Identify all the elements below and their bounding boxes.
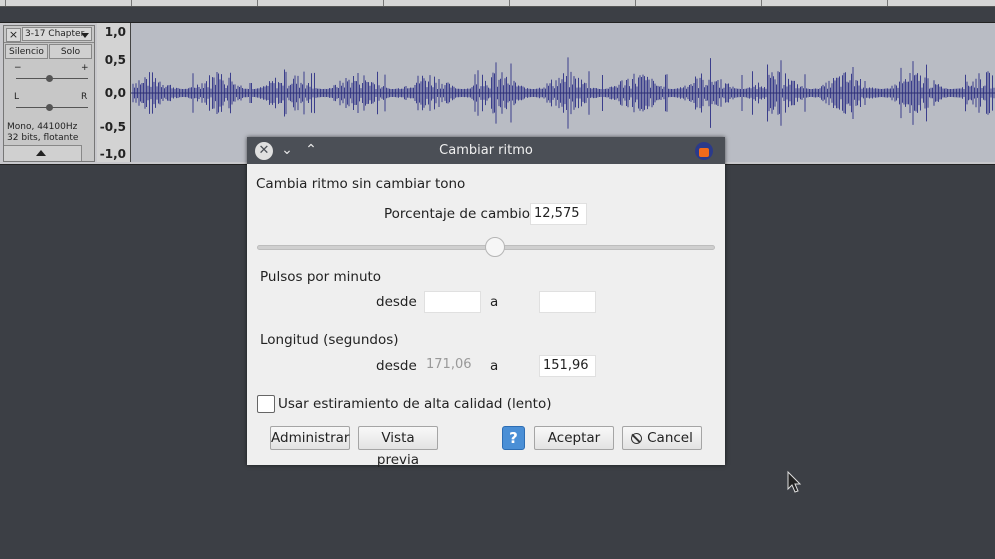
percent-label: Porcentaje de cambio:	[384, 206, 535, 222]
solo-button[interactable]: Solo	[49, 44, 92, 59]
scale-label: 1,0	[104, 25, 126, 39]
track-control-panel: × 3-17 Chapter Silencio Solo − + L R Mon…	[3, 25, 95, 162]
track-name: 3-17 Chapter	[25, 29, 85, 39]
pan-right-label: R	[81, 92, 88, 102]
timeline-strip	[0, 0, 995, 22]
bpm-from-label: desde	[376, 294, 417, 310]
bpm-to-input[interactable]	[539, 291, 596, 313]
gain-minus-label: −	[14, 63, 22, 73]
ruler-tick	[383, 0, 384, 6]
scale-label: -0,5	[99, 120, 126, 134]
help-button[interactable]: ?	[502, 426, 525, 450]
preview-button[interactable]: Vista previa	[358, 426, 438, 468]
high-quality-label[interactable]: Usar estiramiento de alta calidad (lento…	[278, 396, 552, 412]
ruler-tick	[509, 0, 510, 6]
amplitude-ruler: 1,0 0,5 0,0 -0,5 -1,0	[97, 23, 131, 162]
high-quality-checkbox[interactable]	[257, 395, 275, 413]
dialog-title: Cambiar ritmo	[439, 143, 533, 158]
ruler-tick	[5, 0, 6, 6]
length-to-label: a	[490, 358, 499, 374]
timeline-ruler[interactable]	[0, 0, 995, 7]
ok-button[interactable]: Aceptar	[534, 426, 614, 450]
gain-plus-label: +	[81, 63, 89, 73]
cancel-label: Cancel	[647, 430, 693, 446]
ruler-tick	[635, 0, 636, 6]
track-info: Mono, 44100Hz 32 bits, flotante	[7, 122, 78, 144]
chevron-down-icon	[81, 33, 89, 38]
scale-label: -1,0	[99, 147, 126, 161]
change-tempo-dialog: ✕ ⌄ ⌃ Cambiar ritmo Cambia ritmo sin cam…	[247, 137, 725, 468]
pan-left-label: L	[14, 92, 20, 102]
ruler-tick	[761, 0, 762, 6]
bpm-from-input[interactable]	[424, 291, 481, 313]
mute-button[interactable]: Silencio	[5, 44, 48, 59]
manage-button[interactable]: Administrar	[270, 426, 350, 450]
scale-label: 0,5	[104, 53, 126, 67]
scale-label: 0,0	[104, 86, 126, 100]
audacity-logo-icon	[695, 142, 713, 160]
bpm-section-label: Pulsos por minuto	[260, 269, 382, 285]
percent-slider-handle[interactable]	[485, 237, 506, 257]
percent-input[interactable]: 12,575	[530, 203, 587, 225]
dialog-titlebar[interactable]: ✕ ⌄ ⌃ Cambiar ritmo	[247, 137, 725, 164]
length-from-input: 171,06	[426, 357, 472, 372]
track-name-menu[interactable]: 3-17 Chapter	[22, 27, 92, 41]
cancel-button[interactable]: Cancel	[622, 426, 702, 450]
ruler-tick	[257, 0, 258, 6]
ruler-tick	[887, 0, 888, 6]
dialog-description: Cambia ritmo sin cambiar tono	[256, 176, 466, 192]
chevron-up-icon	[36, 150, 46, 156]
collapse-track-button[interactable]	[4, 145, 82, 161]
cancel-icon	[631, 433, 643, 444]
ruler-tick	[131, 0, 132, 6]
track-close-button[interactable]: ×	[6, 28, 21, 42]
length-section-label: Longitud (segundos)	[260, 332, 399, 348]
length-from-label: desde	[376, 358, 417, 374]
length-to-input[interactable]: 151,96	[539, 355, 596, 377]
gain-slider-knob[interactable]	[46, 75, 53, 82]
track-sample-format: 32 bits, flotante	[7, 133, 79, 143]
bpm-to-label: a	[490, 294, 499, 310]
mouse-pointer-icon	[787, 470, 802, 493]
track-format: Mono, 44100Hz	[7, 122, 78, 132]
pan-slider-knob[interactable]	[46, 104, 53, 111]
